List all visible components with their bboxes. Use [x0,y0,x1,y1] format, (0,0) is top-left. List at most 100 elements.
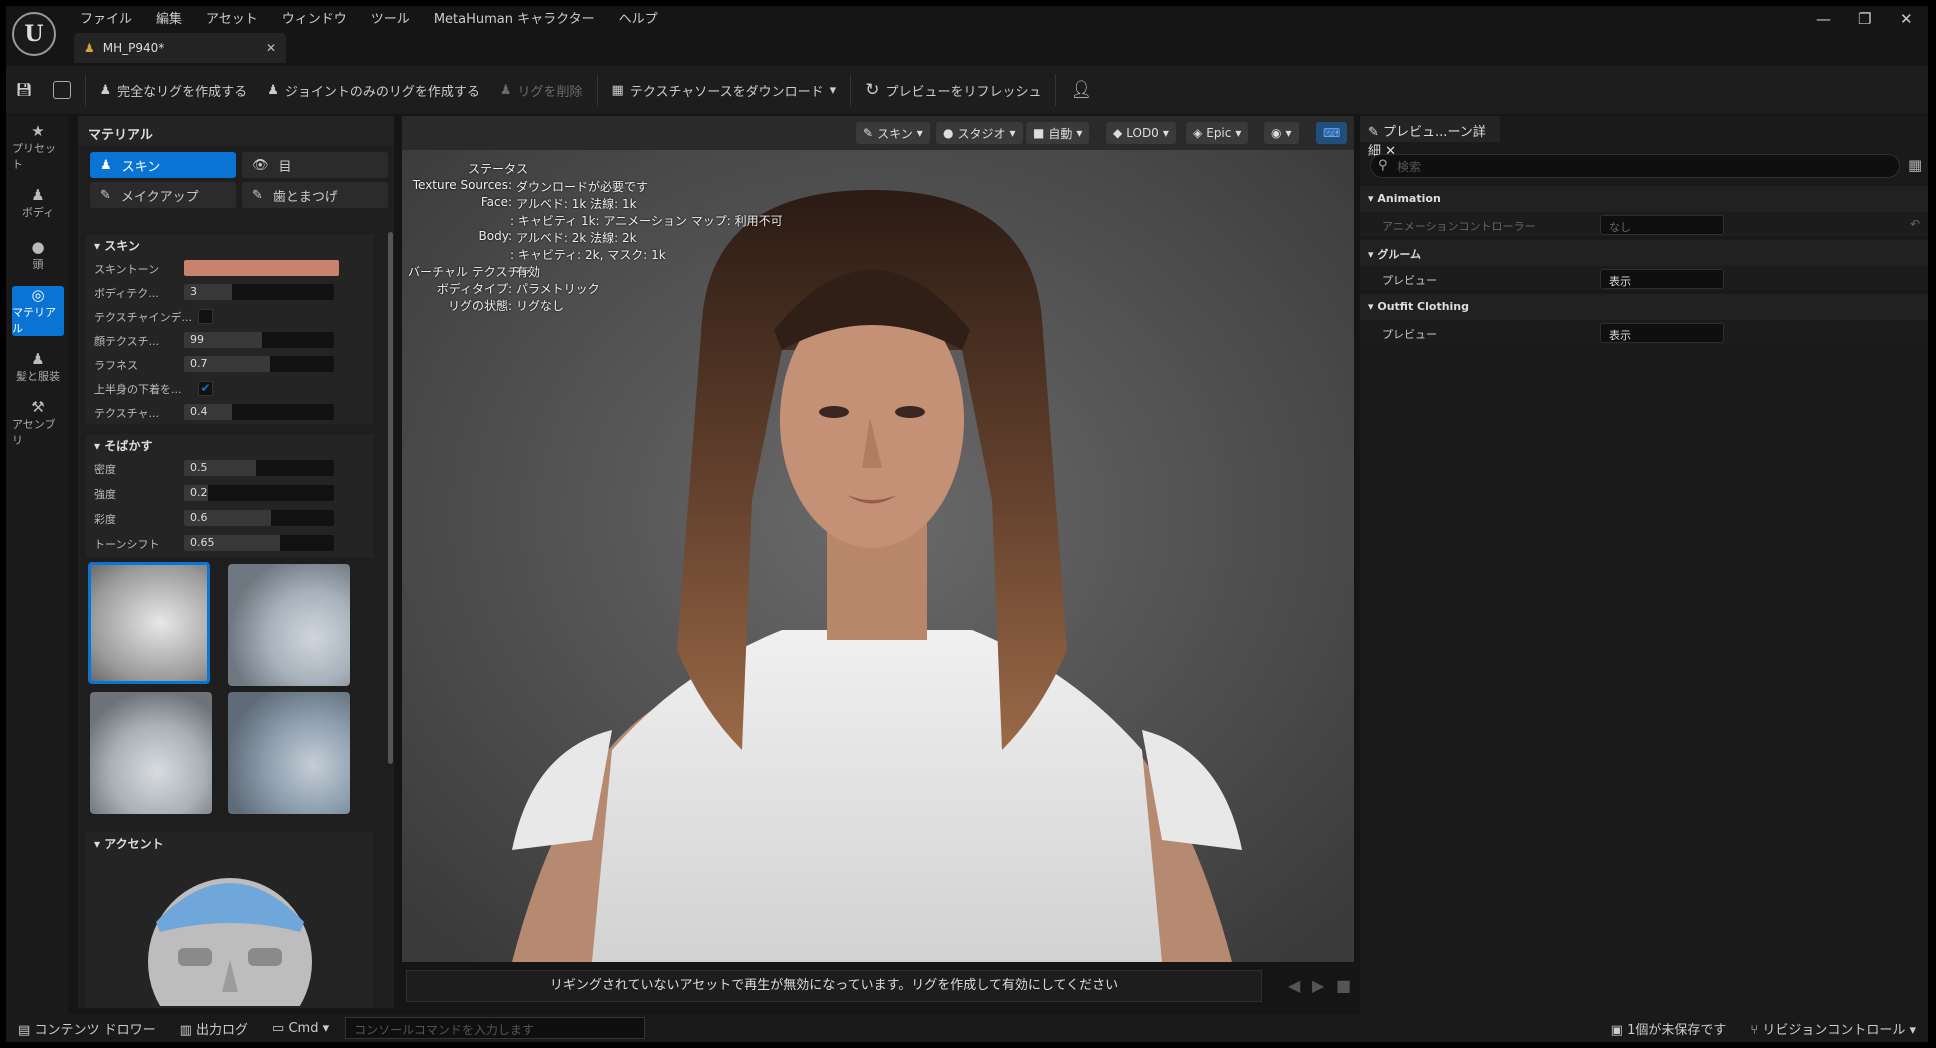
menu-metahuman[interactable]: MetaHuman キャラクター [422,10,607,30]
user-button[interactable]: 👤︎ [1060,80,1102,100]
restore-icon[interactable]: ❐ [1858,10,1871,28]
freckle-preset-3[interactable] [90,692,212,814]
create-full-rig-button[interactable]: ♟ 完全なリグを作成する [90,81,258,100]
freckle-preset-2[interactable] [228,564,350,686]
create-joint-rig-button[interactable]: ♟ ジョイントのみのリグを作成する [257,81,490,100]
details-search-input[interactable]: 検索 [1370,154,1900,178]
accent-head-preview[interactable] [86,852,374,1008]
panel-scrollbar[interactable] [388,232,393,764]
saturation-slider[interactable]: 0.6 [184,510,334,526]
texture-index-label: テクスチャインデ... [94,311,193,324]
cmd-dropdown[interactable]: ▭ Cmd ▾ [260,1021,341,1036]
details-tab[interactable]: ✎ プレビュ...ーン詳細 ✕ [1360,116,1500,159]
studio-dropdown[interactable]: ● スタジオ ▾ [936,122,1023,144]
nav-hair-clothing[interactable]: ♟ 髪と服装 [12,342,64,392]
skin-view-label: スキン [877,126,913,141]
stop-icon[interactable]: ■ [1336,976,1351,995]
unreal-logo[interactable]: U [12,12,56,56]
strength-label: 強度 [94,488,116,501]
camera-dropdown[interactable]: ■ 自動 ▾ [1026,122,1090,144]
menu-edit[interactable]: 編集 [144,10,194,30]
chevron-down-icon: ▾ [1162,126,1169,140]
category-groom[interactable]: ▾ グルーム [1360,240,1928,266]
save-button[interactable]: 💾︎ [6,83,43,98]
play-icon[interactable]: ▶ [1312,976,1324,995]
freckle-preset-4[interactable] [228,692,350,814]
body-texture-label: ボディテク... [94,287,159,300]
refresh-preview-button[interactable]: ↻ プレビューをリフレッシュ [855,80,1051,100]
reset-icon[interactable]: ↶ [1910,217,1920,231]
nav-presets[interactable]: ★ プリセット [12,122,64,172]
menu-asset[interactable]: アセット [194,10,270,30]
tab-teeth-lashes[interactable]: ✎ 歯とまつげ [242,182,388,208]
groom-preview-select[interactable]: 表示 [1600,269,1724,289]
category-outfit[interactable]: ▾ Outfit Clothing [1360,294,1928,320]
accent-section-header[interactable]: ▾ アクセント [86,832,374,852]
face-texture-slider[interactable]: 99 [184,332,334,348]
nav-assembly[interactable]: ⚒ アセンブリ [12,398,64,448]
menu-window[interactable]: ウィンドウ [270,10,359,30]
menu-tools[interactable]: ツール [359,10,422,30]
unsaved-button[interactable]: ▣ 1個が未保存です [1599,1019,1739,1038]
viewport[interactable]: ✎ スキン ▾ ● スタジオ ▾ ■ 自動 ▾ ◆ LOD0 ▾ ◈ Epic ▾ ◉ ▾ ⌨ [402,116,1354,962]
saturation-label: 彩度 [94,513,116,526]
quality-dropdown[interactable]: ◈ Epic ▾ [1186,122,1249,144]
dropdown-icon: ▾ [829,82,837,98]
nav-head[interactable]: ● 頭 [12,230,64,280]
outfit-preview-select[interactable]: 表示 [1600,323,1724,343]
console-input[interactable]: コンソールコマンドを入力します [345,1017,646,1039]
table-settings-icon[interactable]: ▦ [1908,156,1922,174]
roughness-slider[interactable]: 0.7 [184,356,334,372]
user-icon: 👤︎ [1070,80,1093,100]
download-texture-button[interactable]: ▦ テクスチャソースをダウンロード ▾ [602,81,847,100]
tone-shift-slider[interactable]: 0.65 [184,535,334,551]
menu-help[interactable]: ヘルプ [607,10,670,30]
nav-materials[interactable]: ◎ マテリアル [12,286,64,336]
minimize-icon[interactable]: — [1816,10,1831,28]
playback-message: リギングされていないアセットで再生が無効になっています。リグを作成して有効にして… [406,970,1262,1002]
refresh-preview-label: プレビューをリフレッシュ [885,84,1042,100]
content-drawer-button[interactable]: ▤ コンテンツ ドロワー [6,1019,168,1038]
anim-controller-select[interactable]: なし [1600,215,1724,235]
freckle-preset-1[interactable] [88,562,210,684]
rig-icon: ♟ [99,82,112,98]
menu-file[interactable]: ファイル [68,10,144,30]
freckles-section-header[interactable]: ▾ そばかす [86,434,374,454]
underwear-checkbox[interactable]: ✔ [198,381,213,396]
close-window-icon[interactable]: ✕ [1900,10,1913,28]
tab-skin[interactable]: ♟ スキン [90,152,236,178]
skin-view-dropdown[interactable]: ✎ スキン ▾ [856,122,930,144]
status-value-3: アルベド: 2k 法線: 2k [516,231,637,245]
skin-section-header[interactable]: ▾ スキン [86,234,374,254]
close-tab-icon[interactable]: ✕ [266,41,276,55]
remove-rig-button[interactable]: ♟ リグを削除 [490,81,593,100]
visibility-dropdown[interactable]: ◉ ▾ [1264,122,1299,144]
terminal-icon: ▭ [272,1020,285,1036]
body-texture-value: 3 [190,285,197,298]
texture-slider[interactable]: 0.4 [184,404,334,420]
texture-index-checkbox[interactable] [198,309,213,324]
skin-tone-swatch[interactable] [184,260,339,276]
nav-body[interactable]: ♟ ボディ [12,178,64,228]
output-log-button[interactable]: ▥ 出力ログ [168,1019,260,1038]
keyboard-toggle[interactable]: ⌨ [1316,122,1348,144]
body-texture-slider[interactable]: 3 [184,284,334,300]
keyboard-icon: ⌨ [1323,126,1341,140]
checker-icon: ▦ [611,82,624,98]
document-tab[interactable]: ♟ MH_P940* ✕ [74,33,286,63]
status-value-0: ダウンロードが必要です [516,180,649,194]
asset-icon: ♟ [84,41,95,55]
tone-shift-label: トーンシフト [94,538,160,551]
tab-makeup[interactable]: ✎ メイクアップ [90,182,236,208]
revision-control-button[interactable]: ⑂ リビジョンコントロール ▾ [1738,1019,1928,1038]
lod-dropdown[interactable]: ◆ LOD0 ▾ [1106,122,1176,144]
nav-assembly-label: アセンブリ [12,418,56,447]
strength-slider[interactable]: 0.2 [184,485,334,501]
status-title: ステータス [468,162,529,176]
tab-eyes[interactable]: 👁︎ 目 [242,152,388,178]
browse-button[interactable] [43,81,81,99]
category-animation[interactable]: ▾ Animation [1360,186,1928,212]
density-slider[interactable]: 0.5 [184,460,334,476]
metahuman-render [402,150,1354,962]
prev-frame-icon[interactable]: ◀ [1288,976,1300,995]
